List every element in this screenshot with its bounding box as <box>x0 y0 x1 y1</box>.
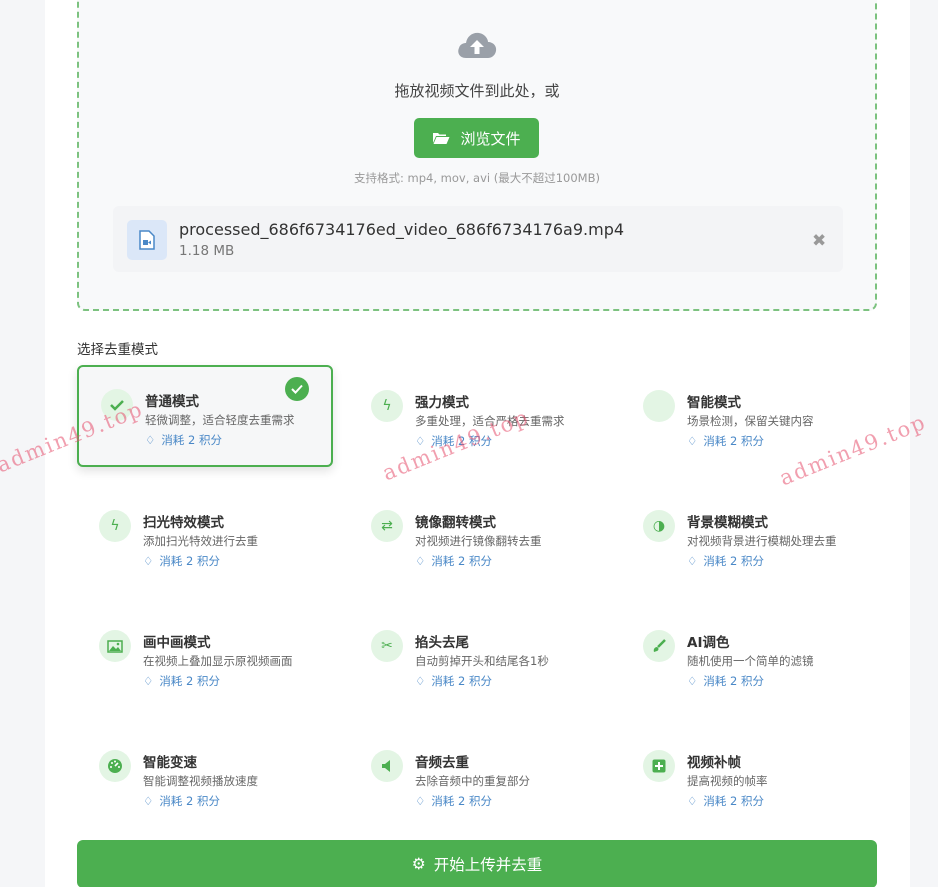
mode-description: 在视频上叠加显示原视频画面 <box>143 654 293 668</box>
diamond-icon: ♢ <box>687 794 698 808</box>
diamond-icon: ♢ <box>143 554 154 568</box>
diamond-icon: ♢ <box>687 674 698 688</box>
bolt-icon: ϟ <box>99 510 131 542</box>
cloud-upload-icon <box>458 32 497 58</box>
mode-description: 智能调整视频播放速度 <box>143 774 258 788</box>
mode-cost: ♢ 消耗 2 积分 <box>687 794 764 808</box>
scissors-icon: ✂ <box>371 630 403 662</box>
mode-description: 对视频进行镜像翻转去重 <box>415 534 542 548</box>
mode-name: 镜像翻转模式 <box>415 515 496 531</box>
selected-check-icon <box>285 377 309 401</box>
mode-name: 智能变速 <box>143 755 197 771</box>
mode-description: 多重处理，适合严格去重需求 <box>415 414 565 428</box>
mode-description: 自动剪掉开头和结尾各1秒 <box>415 654 549 668</box>
diamond-icon: ♢ <box>415 794 426 808</box>
uploaded-file-item <box>113 206 843 272</box>
remove-file-icon[interactable]: ✖ <box>812 231 826 251</box>
mode-cost: ♢ 消耗 2 积分 <box>415 554 492 568</box>
supported-formats-text: 支持格式: mp4, mov, avi (最大不超过100MB) <box>354 171 600 185</box>
mode-description: 场景检测，保留关键内容 <box>687 414 814 428</box>
volume-icon <box>371 750 403 782</box>
video-file-icon <box>127 220 167 260</box>
mode-description: 轻微调整，适合轻度去重需求 <box>145 413 295 427</box>
image-icon <box>99 630 131 662</box>
mode-description: 提高视频的帧率 <box>687 774 768 788</box>
mode-cost: ♢ 消耗 2 积分 <box>143 794 220 808</box>
mode-card-picture-in-picture[interactable]: 画中画模式 在视频上叠加显示原视频画面 ♢ 消耗 2 积分 <box>77 608 333 710</box>
mode-card-blur-background[interactable]: ◑ 背景模糊模式 对视频背景进行模糊处理去重 ♢ 消耗 2 积分 <box>621 488 877 590</box>
diamond-icon: ♢ <box>143 794 154 808</box>
gear-icon: ⚙ <box>411 855 426 873</box>
mode-cost: ♢ 消耗 2 积分 <box>415 434 492 448</box>
diamond-icon: ♢ <box>145 433 156 447</box>
gauge-icon <box>99 750 131 782</box>
mode-name: 强力模式 <box>415 395 469 411</box>
mode-name: 视频补帧 <box>687 755 741 771</box>
mode-cost: ♢ 消耗 2 积分 <box>145 433 222 447</box>
file-name: processed_686f6734176ed_video_686f673417… <box>179 220 625 239</box>
bolt-icon: ϟ <box>371 390 403 422</box>
swap-icon: ⇄ <box>371 510 403 542</box>
mode-name: 智能模式 <box>687 395 741 411</box>
mode-cost: ♢ 消耗 2 积分 <box>143 554 220 568</box>
mode-name: 普通模式 <box>145 394 199 410</box>
mode-description: 去除音频中的重复部分 <box>415 774 530 788</box>
drop-hint-text: 拖放视频文件到此处，或 <box>394 82 560 100</box>
check-icon <box>101 389 133 421</box>
mode-card-trim-ends[interactable]: ✂ 掐头去尾 自动剪掉开头和结尾各1秒 ♢ 消耗 2 积分 <box>349 608 605 710</box>
mode-cost: ♢ 消耗 2 积分 <box>143 674 220 688</box>
mode-name: 音频去重 <box>415 755 469 771</box>
mode-cost: ♢ 消耗 2 积分 <box>687 554 764 568</box>
mode-name: 背景模糊模式 <box>687 515 768 531</box>
diamond-icon: ♢ <box>415 554 426 568</box>
browse-files-label: 浏览文件 <box>460 129 521 148</box>
mode-description: 随机使用一个简单的滤镜 <box>687 654 814 668</box>
diamond-icon: ♢ <box>415 674 426 688</box>
mode-description: 对视频背景进行模糊处理去重 <box>687 534 837 548</box>
mode-cost: ♢ 消耗 2 积分 <box>687 434 764 448</box>
plus-square-icon <box>643 750 675 782</box>
mode-card-frame-interpolation[interactable]: 视频补帧 提高视频的帧率 ♢ 消耗 2 积分 <box>621 728 877 830</box>
mode-card-mirror[interactable]: ⇄ 镜像翻转模式 对视频进行镜像翻转去重 ♢ 消耗 2 积分 <box>349 488 605 590</box>
mode-cost: ♢ 消耗 2 积分 <box>415 794 492 808</box>
diamond-icon: ♢ <box>687 554 698 568</box>
brush-icon <box>643 630 675 662</box>
mode-name: AI调色 <box>687 635 730 651</box>
mode-card-smart-speed[interactable]: 智能变速 智能调整视频播放速度 ♢ 消耗 2 积分 <box>77 728 333 830</box>
file-size: 1.18 MB <box>179 243 235 259</box>
mode-card-audio-dedupe[interactable]: 音频去重 去除音频中的重复部分 ♢ 消耗 2 积分 <box>349 728 605 830</box>
mode-name: 掐头去尾 <box>415 635 469 651</box>
start-upload-button[interactable]: ⚙ 开始上传并去重 <box>77 840 877 887</box>
mode-section-title: 选择去重模式 <box>77 342 158 358</box>
half-circle-icon: ◑ <box>643 510 675 542</box>
diamond-icon: ♢ <box>687 434 698 448</box>
mode-card-strong[interactable]: ϟ 强力模式 多重处理，适合严格去重需求 ♢ 消耗 2 积分 <box>349 368 605 470</box>
mode-name: 画中画模式 <box>143 635 211 651</box>
diamond-icon: ♢ <box>143 674 154 688</box>
mode-description: 添加扫光特效进行去重 <box>143 534 258 548</box>
browse-files-button[interactable]: 浏览文件 <box>414 118 539 158</box>
blank-icon <box>643 390 675 422</box>
diamond-icon: ♢ <box>415 434 426 448</box>
mode-card-smart[interactable]: 智能模式 场景检测，保留关键内容 ♢ 消耗 2 积分 <box>621 368 877 470</box>
start-upload-label: 开始上传并去重 <box>433 856 543 874</box>
mode-card-normal[interactable]: 普通模式 轻微调整，适合轻度去重需求 ♢ 消耗 2 积分 <box>77 365 333 467</box>
mode-card-sweep-light[interactable]: ϟ 扫光特效模式 添加扫光特效进行去重 ♢ 消耗 2 积分 <box>77 488 333 590</box>
mode-name: 扫光特效模式 <box>143 515 224 531</box>
mode-cost: ♢ 消耗 2 积分 <box>687 674 764 688</box>
mode-cost: ♢ 消耗 2 积分 <box>415 674 492 688</box>
folder-open-icon <box>433 133 450 144</box>
mode-card-ai-color[interactable]: AI调色 随机使用一个简单的滤镜 ♢ 消耗 2 积分 <box>621 608 877 710</box>
